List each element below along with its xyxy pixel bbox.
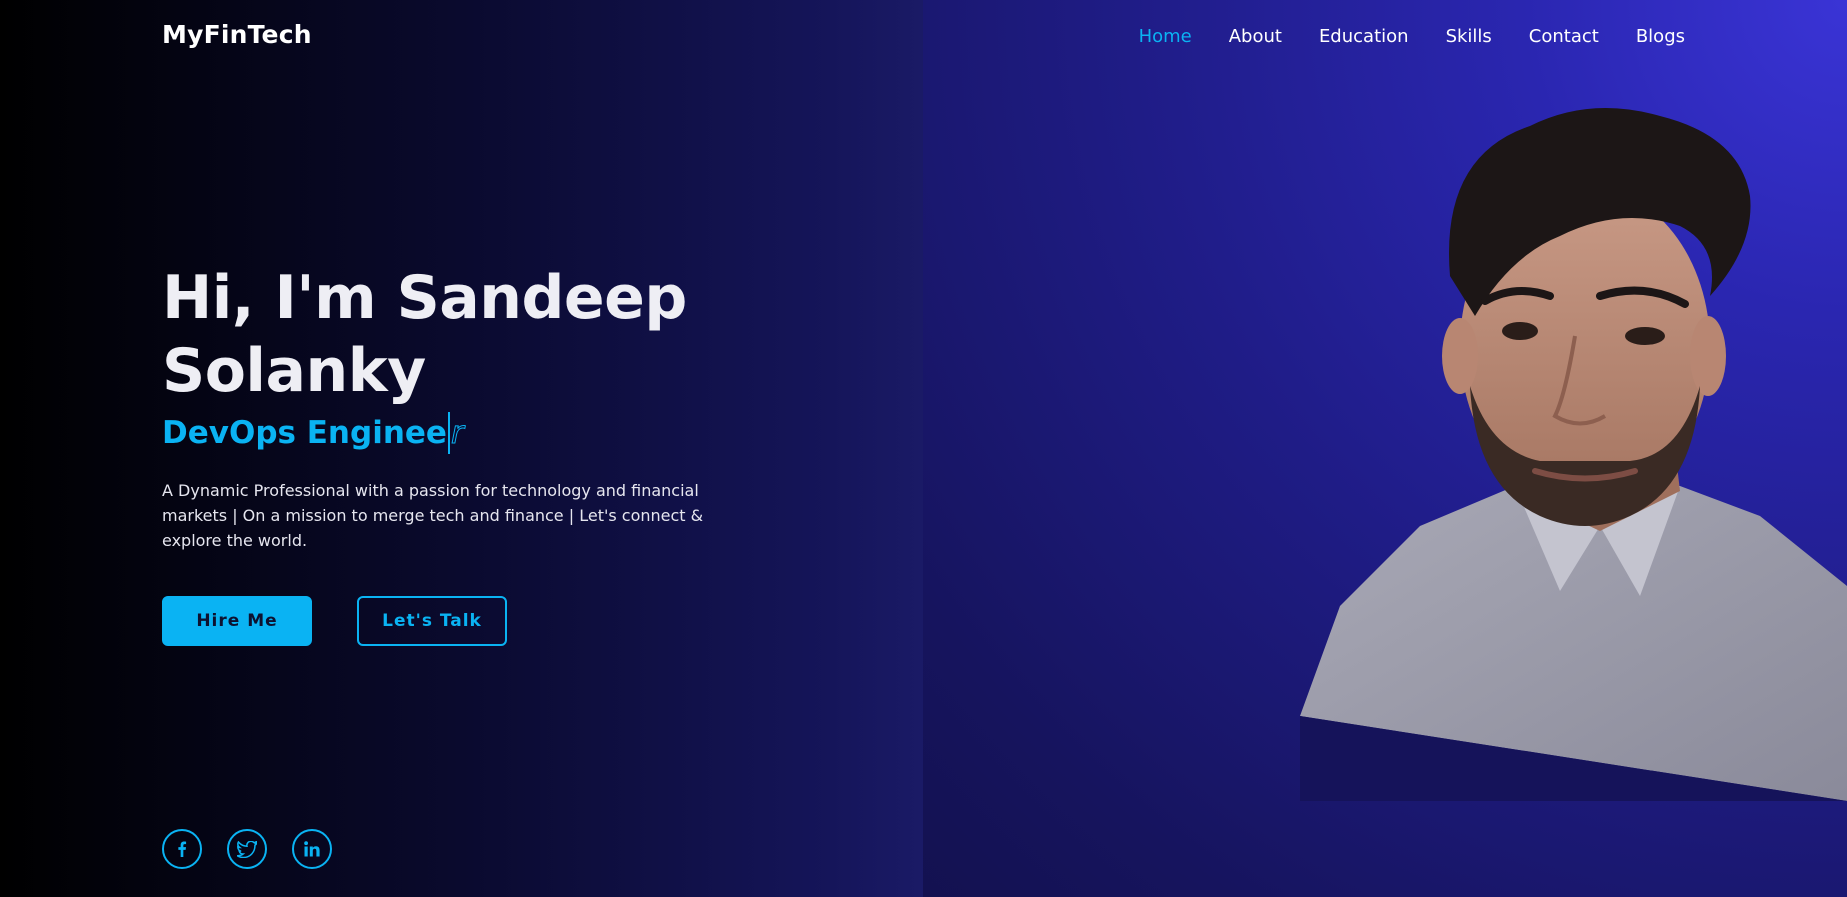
lets-talk-button[interactable]: Let's Talk — [357, 596, 507, 646]
nav-item-home[interactable]: Home — [1139, 26, 1192, 47]
facebook-link[interactable] — [162, 829, 202, 869]
linkedin-link[interactable] — [292, 829, 332, 869]
twitter-link[interactable] — [227, 829, 267, 869]
typing-cursor — [447, 412, 450, 454]
nav-item-skills[interactable]: Skills — [1446, 26, 1492, 47]
hero-heading-line2: Solanky — [162, 336, 426, 406]
nav-item-contact[interactable]: Contact — [1529, 26, 1599, 47]
nav-item-about[interactable]: About — [1229, 26, 1282, 47]
social-links — [162, 829, 332, 869]
role-ghost-char: r — [450, 415, 464, 452]
linkedin-icon — [304, 841, 320, 857]
brand-logo[interactable]: MyFinTech — [162, 20, 312, 49]
profile-photo — [1300, 108, 1847, 801]
hero-section: Hi, I'm Sandeep Solanky DevOps Engine e r … — [162, 262, 802, 646]
role-next-char: e — [425, 415, 447, 451]
facebook-icon — [178, 841, 187, 857]
hero-heading: Hi, I'm Sandeep Solanky — [162, 262, 802, 408]
nav-item-education[interactable]: Education — [1319, 26, 1409, 47]
hero-buttons: Hire Me Let's Talk — [162, 596, 802, 646]
top-navigation: MyFinTech Home About Education Skills Co… — [0, 0, 1847, 74]
twitter-icon — [237, 840, 257, 858]
hero-description: A Dynamic Professional with a passion fo… — [162, 481, 704, 550]
hero-heading-line1: Hi, I'm Sandeep — [162, 263, 687, 333]
role-typed-text: DevOps Engine — [162, 415, 426, 451]
nav-item-blogs[interactable]: Blogs — [1636, 26, 1685, 47]
nav-menu: Home About Education Skills Contact Blog… — [1139, 26, 1685, 47]
hire-me-button[interactable]: Hire Me — [162, 596, 312, 646]
typing-role-text: DevOps Engine e r — [162, 410, 802, 456]
